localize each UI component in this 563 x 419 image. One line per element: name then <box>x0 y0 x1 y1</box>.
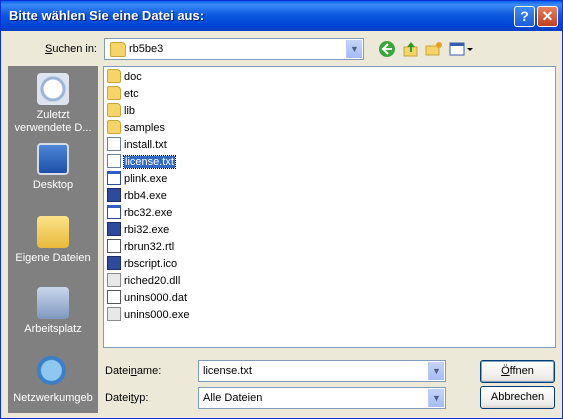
file-name: unins000.exe <box>124 309 190 321</box>
file-name: rbb4.exe <box>124 190 167 202</box>
place-label: Eigene Dateien <box>15 252 91 264</box>
place-recent[interactable]: Zuletzt verwendete D... <box>8 73 98 135</box>
dll-icon <box>107 273 121 287</box>
folder-icon <box>107 103 121 117</box>
help-button[interactable]: ? <box>514 6 535 27</box>
new-folder-icon[interactable] <box>424 40 444 58</box>
place-my-computer[interactable]: Arbeitsplatz <box>8 287 98 336</box>
exe-icon <box>107 171 121 185</box>
installer-icon <box>107 307 121 321</box>
filetype-select[interactable]: Alle Dateien ▼ <box>198 387 446 409</box>
back-icon[interactable] <box>377 40 397 58</box>
place-label: Zuletzt verwendete D... <box>14 109 92 134</box>
look-in-value: rb5be3 <box>129 43 164 55</box>
file-name: rbc32.exe <box>124 207 173 219</box>
place-desktop[interactable]: Desktop <box>8 143 98 192</box>
filetype-value: Alle Dateien <box>203 392 263 404</box>
up-folder-icon[interactable] <box>401 40 421 58</box>
rtl-file-icon <box>107 239 121 253</box>
chevron-down-icon[interactable]: ▼ <box>428 362 444 380</box>
file-name: lib <box>124 105 136 117</box>
list-item[interactable]: etc <box>107 86 139 102</box>
close-button[interactable]: ✕ <box>537 6 558 27</box>
list-item[interactable]: rbscript.ico <box>107 256 177 272</box>
file-name: doc <box>124 71 142 83</box>
file-name: install.txt <box>124 139 167 151</box>
file-name: rbrun32.rtl <box>124 241 175 253</box>
file-name: unins000.dat <box>124 292 187 304</box>
place-label: Desktop <box>32 179 74 191</box>
rb-exe-icon <box>107 188 121 202</box>
list-item[interactable]: samples <box>107 120 165 136</box>
window-title: Bitte wählen Sie eine Datei aus: <box>9 8 205 23</box>
title-bar[interactable]: Bitte wählen Sie eine Datei aus: ? ✕ <box>1 1 562 31</box>
file-list[interactable]: doc etc lib samples install.txt license.… <box>103 66 556 348</box>
view-menu-icon[interactable] <box>448 40 474 58</box>
place-label: Netzwerkumgeb <box>13 392 93 404</box>
file-name: rbi32.exe <box>124 224 170 236</box>
list-item[interactable]: lib <box>107 103 135 119</box>
place-network[interactable]: Netzwerkumgeb <box>8 356 98 405</box>
my-documents-icon <box>37 216 69 248</box>
list-item[interactable]: rbc32.exe <box>107 205 172 221</box>
list-item[interactable]: riched20.dll <box>107 273 180 289</box>
file-name: rbscript.ico <box>124 258 178 270</box>
file-name: license.txt <box>123 155 176 169</box>
place-my-documents[interactable]: Eigene Dateien <box>8 216 98 265</box>
places-bar: Zuletzt verwendete D... Desktop Eigene D… <box>8 66 98 413</box>
look-in-combo[interactable]: rb5be3 ▼ <box>104 38 364 60</box>
open-button[interactable]: Öffnen <box>480 360 555 383</box>
file-name: etc <box>124 88 139 100</box>
folder-icon <box>107 86 121 100</box>
ico-file-icon <box>107 256 121 270</box>
look-in-label: Suchen in: <box>45 43 97 55</box>
list-item[interactable]: rbi32.exe <box>107 222 169 238</box>
folder-icon <box>107 69 121 83</box>
file-name: plink.exe <box>124 173 168 185</box>
recent-documents-icon <box>37 73 69 105</box>
text-file-icon <box>107 137 121 151</box>
filename-value: license.txt <box>203 365 252 377</box>
list-item[interactable]: unins000.exe <box>107 307 189 323</box>
chevron-down-icon[interactable]: ▼ <box>428 389 444 407</box>
chevron-down-icon[interactable]: ▼ <box>346 40 362 58</box>
file-name: samples <box>124 122 165 134</box>
list-item[interactable]: rbrun32.rtl <box>107 239 174 255</box>
filename-label: Dateiname: <box>105 365 162 377</box>
dat-file-icon <box>107 290 121 304</box>
list-item[interactable]: doc <box>107 69 142 85</box>
rb-exe-icon <box>107 222 121 236</box>
exe-icon <box>107 205 121 219</box>
cancel-button[interactable]: Abbrechen <box>480 386 555 409</box>
file-name: riched20.dll <box>124 275 181 287</box>
list-item[interactable]: plink.exe <box>107 171 167 187</box>
text-file-icon <box>107 154 121 168</box>
list-item[interactable]: install.txt <box>107 137 167 153</box>
desktop-icon <box>37 143 69 175</box>
list-item-selected[interactable]: license.txt <box>107 154 176 170</box>
folder-icon <box>110 42 126 57</box>
filename-input[interactable]: license.txt ▼ <box>198 360 446 382</box>
file-open-dialog: Bitte wählen Sie eine Datei aus: ? ✕ Suc… <box>0 0 563 419</box>
filetype-label: Dateityp: <box>105 392 149 404</box>
folder-icon <box>107 120 121 134</box>
place-label: Arbeitsplatz <box>24 323 82 335</box>
list-item[interactable]: unins000.dat <box>107 290 187 306</box>
network-icon <box>37 356 69 388</box>
my-computer-icon <box>37 287 69 319</box>
list-item[interactable]: rbb4.exe <box>107 188 167 204</box>
